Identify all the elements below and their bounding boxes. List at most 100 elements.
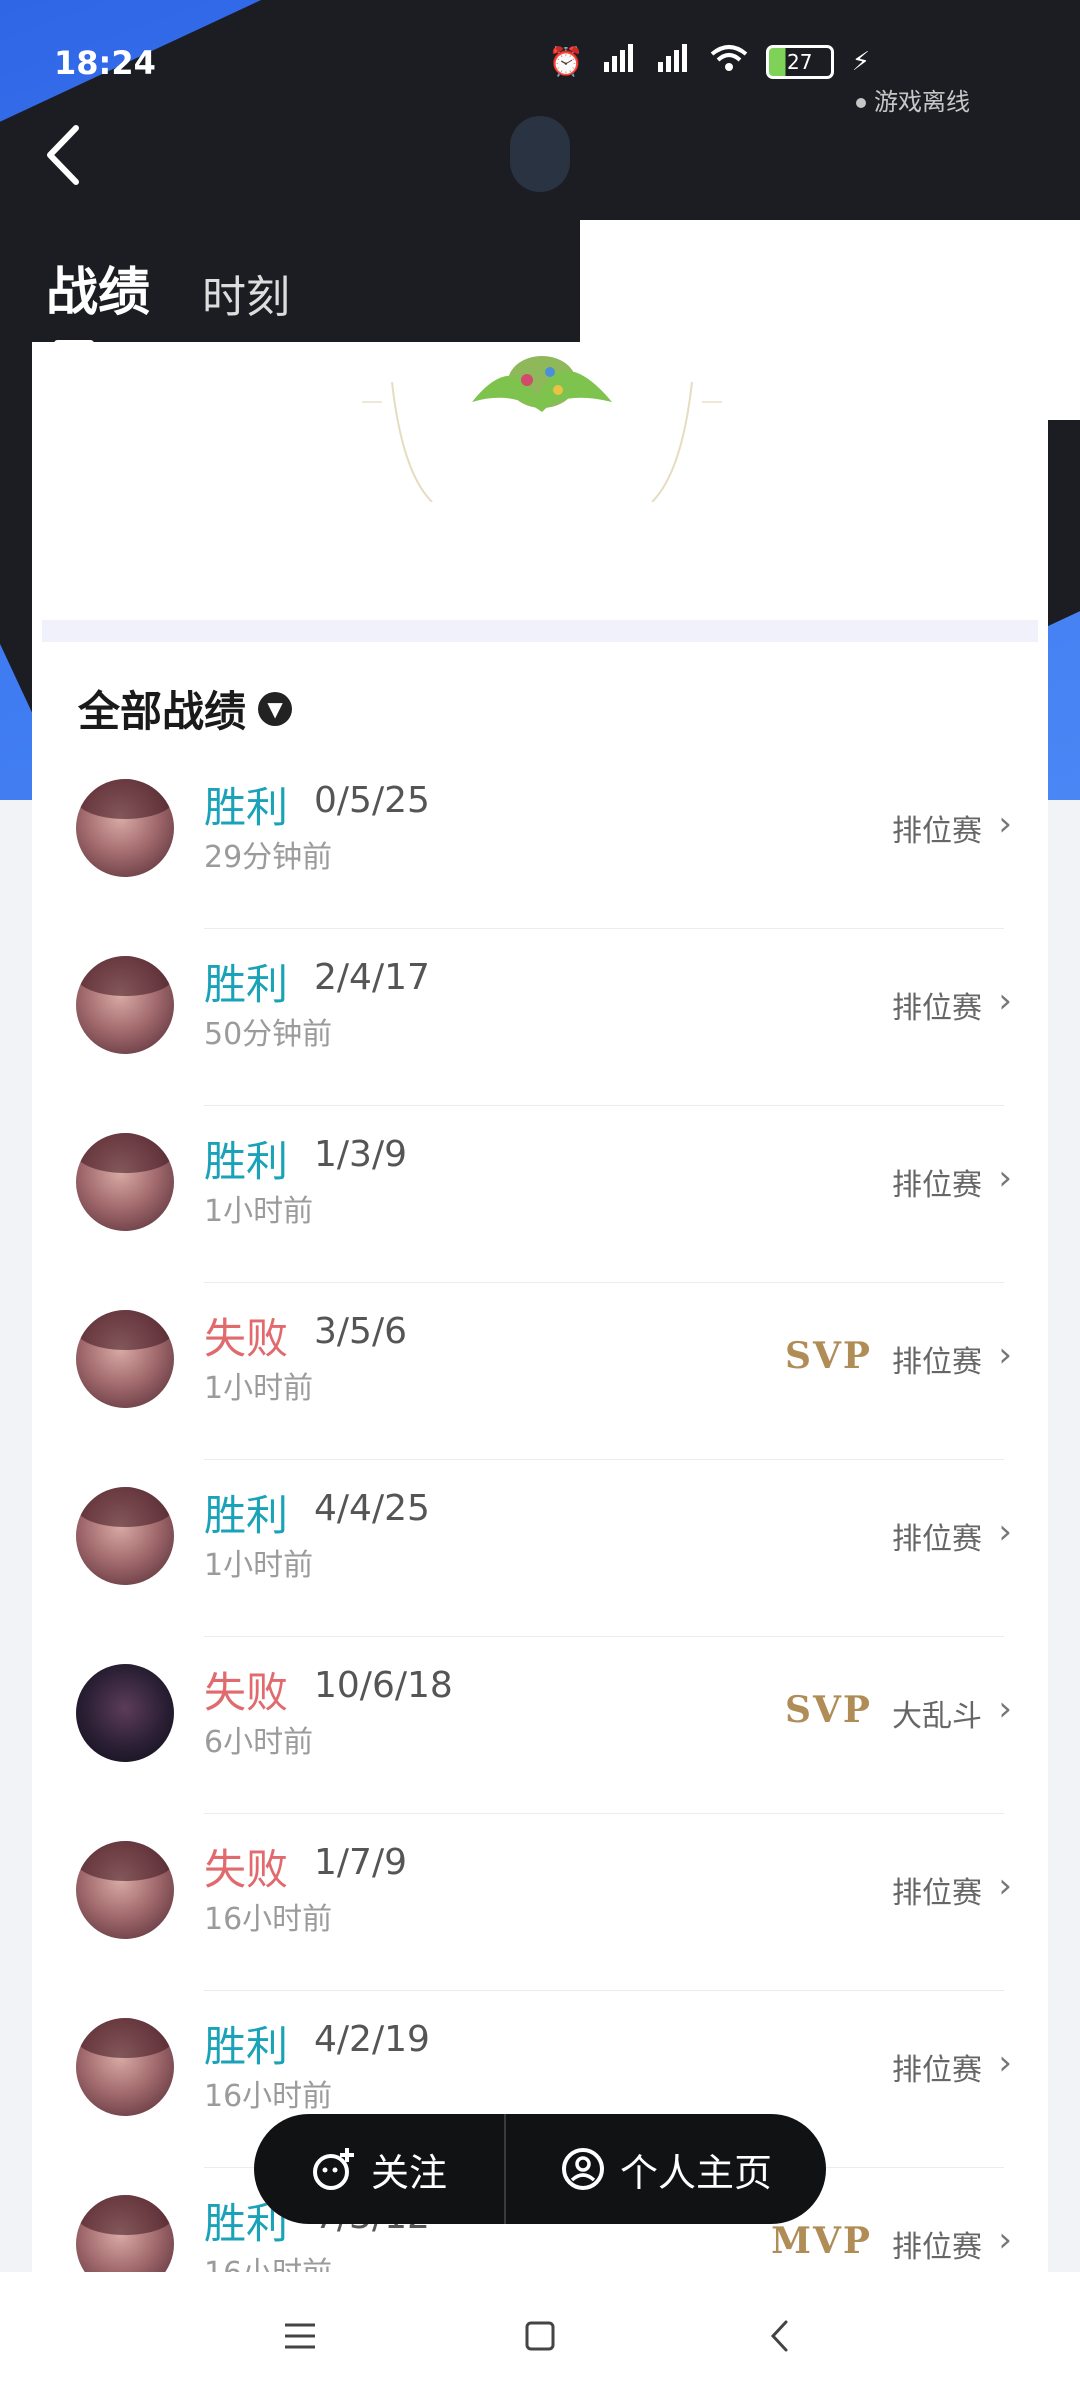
records-card: 全部战绩 ▼ 胜利 0/5/25 29分钟前 排位赛 › 胜利 2/4/17 5…: [32, 342, 1048, 2272]
signal-icon: [602, 44, 638, 79]
chevron-right-icon: ›: [998, 981, 1012, 1021]
match-time: 1小时前: [204, 1548, 314, 1583]
match-row[interactable]: 失败 1/7/9 16小时前 排位赛 ›: [32, 1814, 1048, 1991]
match-time: 29分钟前: [204, 840, 333, 875]
chevron-right-icon: ›: [998, 1866, 1012, 1906]
chevron-right-icon: ›: [998, 2043, 1012, 2083]
match-mode: 排位赛: [892, 2230, 982, 2265]
profile-button[interactable]: 个人主页: [506, 2114, 826, 2224]
match-time: 1小时前: [204, 1371, 314, 1406]
match-row[interactable]: 失败 3/5/6 1小时前 SVP 排位赛 ›: [32, 1283, 1048, 1460]
filter-dropdown[interactable]: 全部战绩 ▼: [78, 678, 293, 739]
chevron-right-icon: ›: [998, 1158, 1012, 1198]
rank-emblem-icon: [362, 356, 722, 502]
match-mode: 排位赛: [892, 1345, 982, 1380]
match-mode: 排位赛: [892, 814, 982, 849]
charging-icon: ⚡: [851, 46, 870, 77]
chevron-left-icon: [47, 125, 79, 185]
match-kda: 4/4/25: [314, 1488, 430, 1529]
match-row[interactable]: 胜利 1/3/9 1小时前 排位赛 ›: [32, 1106, 1048, 1283]
back-button[interactable]: [38, 120, 98, 190]
hero-avatar: [76, 1133, 174, 1231]
wifi-icon: [710, 44, 748, 79]
signal-icon-2: [656, 44, 692, 79]
offline-status: 游戏离线: [856, 82, 970, 117]
hero-avatar: [76, 2018, 174, 2116]
match-mode: 排位赛: [892, 1876, 982, 1911]
match-row[interactable]: 胜利 4/4/25 1小时前 排位赛 ›: [32, 1460, 1048, 1637]
match-time: 6小时前: [204, 1725, 314, 1760]
profile-label: 个人主页: [619, 2150, 772, 2195]
chevron-right-icon: ›: [998, 804, 1012, 844]
match-kda: 1/3/9: [314, 1134, 407, 1175]
match-mode: 排位赛: [892, 1522, 982, 1557]
back-arrow-icon: [770, 2320, 788, 2352]
match-mode: 大乱斗: [892, 1699, 982, 1734]
chevron-right-icon: ›: [998, 1512, 1012, 1552]
match-time: 16小时前: [204, 2079, 333, 2114]
match-mode: 排位赛: [892, 2053, 982, 2088]
system-nav-bar: [0, 2272, 1080, 2400]
hero-avatar: [76, 956, 174, 1054]
match-badge: SVP: [785, 1335, 872, 1377]
match-row[interactable]: 胜利 2/4/17 50分钟前 排位赛 ›: [32, 929, 1048, 1106]
status-icons: ⏰ 27 ⚡: [549, 44, 870, 79]
menu-button[interactable]: [280, 2316, 320, 2356]
tab-moments[interactable]: 时刻: [202, 261, 290, 325]
chevron-down-icon: ▼: [258, 691, 293, 726]
match-mode: 排位赛: [892, 1168, 982, 1203]
match-result: 失败: [204, 1845, 289, 1894]
status-time: 18:24: [54, 44, 156, 82]
section-separator: [42, 620, 1038, 642]
match-time: 50分钟前: [204, 1017, 333, 1052]
hero-avatar: [76, 1841, 174, 1939]
match-kda: 2/4/17: [314, 957, 430, 998]
user-avatar[interactable]: [510, 116, 570, 192]
section-title: 全部战绩: [78, 687, 247, 736]
battery-icon: 27: [765, 44, 834, 79]
match-result: 胜利: [204, 2022, 289, 2071]
offline-text: 游戏离线: [874, 88, 970, 116]
match-badge: MVP: [771, 2220, 872, 2262]
hero-avatar: [76, 1310, 174, 1408]
profile-icon: [561, 2148, 604, 2190]
match-kda: 1/7/9: [314, 1842, 407, 1883]
hero-avatar: [76, 1664, 174, 1762]
chevron-right-icon: ›: [998, 2220, 1012, 2260]
alarm-icon: ⏰: [548, 45, 584, 78]
hero-avatar: [76, 1487, 174, 1585]
match-row[interactable]: 失败 10/6/18 6小时前 SVP 大乱斗 ›: [32, 1637, 1048, 1814]
match-kda: 4/2/19: [314, 2019, 430, 2060]
match-kda: 0/5/25: [314, 780, 430, 821]
match-result: 胜利: [204, 1491, 289, 1540]
match-list: 胜利 0/5/25 29分钟前 排位赛 › 胜利 2/4/17 50分钟前 排位…: [32, 752, 1048, 2272]
hero-avatar: [76, 779, 174, 877]
match-result: 失败: [204, 1668, 289, 1717]
tab-bar: 战绩 时刻: [46, 250, 290, 347]
match-row[interactable]: 胜利 0/5/25 29分钟前 排位赛 ›: [32, 752, 1048, 929]
floating-action-bar: 关注 个人主页: [254, 2114, 826, 2224]
tab-records[interactable]: 战绩: [46, 250, 150, 347]
match-result: 失败: [204, 1314, 289, 1363]
match-time: 16小时前: [204, 2248, 332, 2272]
match-time: 16小时前: [204, 1902, 333, 1937]
match-mode: 排位赛: [892, 991, 982, 1026]
match-result: 胜利: [204, 960, 289, 1009]
match-badge: SVP: [785, 1689, 872, 1731]
follow-icon: [312, 2148, 354, 2190]
nav-back-button[interactable]: [760, 2316, 800, 2356]
home-button[interactable]: [520, 2316, 560, 2356]
match-result: 胜利: [204, 783, 289, 832]
match-result: 胜利: [204, 1137, 289, 1186]
hero-avatar: [76, 2195, 174, 2272]
match-kda: 3/5/6: [314, 1311, 407, 1352]
match-time: 1小时前: [204, 1194, 314, 1229]
home-square-icon: [525, 2321, 555, 2351]
status-bar: 18:24 ⏰ 27 ⚡ 游戏离线: [0, 0, 1080, 130]
chevron-right-icon: ›: [998, 1689, 1012, 1729]
chevron-right-icon: ›: [998, 1335, 1012, 1375]
match-kda: 10/6/18: [314, 1665, 453, 1706]
menu-icon: [285, 2323, 315, 2349]
follow-button[interactable]: 关注: [254, 2114, 504, 2224]
follow-label: 关注: [370, 2150, 447, 2195]
